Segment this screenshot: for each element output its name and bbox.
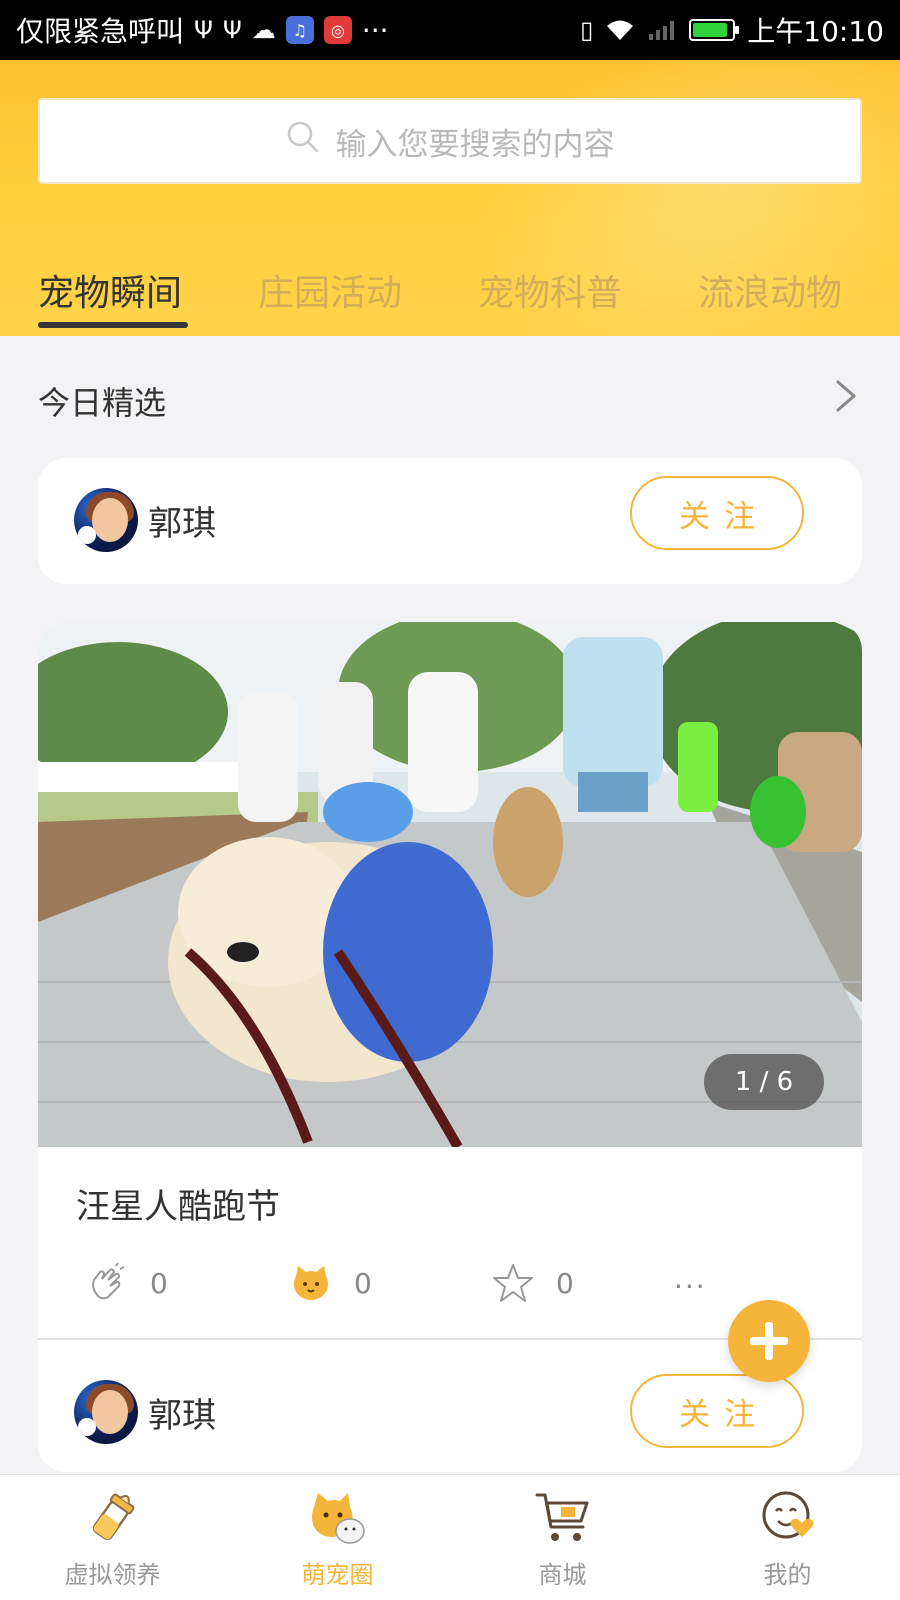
favorite-action[interactable]: 0 bbox=[492, 1262, 574, 1304]
avatar[interactable] bbox=[74, 1380, 138, 1444]
clock: 上午10:10 bbox=[747, 15, 884, 48]
bottom-navigation: 虚拟领养 萌宠圈 商城 我的 bbox=[0, 1474, 900, 1600]
tab-farm-activities[interactable]: 庄园活动 bbox=[258, 264, 402, 316]
search-icon bbox=[286, 120, 320, 162]
nav-shop[interactable]: 商城 bbox=[450, 1475, 675, 1600]
shopping-cart-icon bbox=[535, 1493, 588, 1541]
chevron-right-icon[interactable] bbox=[830, 376, 860, 416]
status-left: 仅限紧急呼叫 Ψ Ψ ☁ ♫ ◎ ··· bbox=[16, 10, 389, 50]
comment-action[interactable]: 0 bbox=[290, 1262, 372, 1304]
header: 输入您要搜索的内容 宠物瞬间 庄园活动 宠物科普 流浪动物 bbox=[0, 60, 900, 336]
like-count: 0 bbox=[150, 1266, 168, 1300]
post-author-card: 郭琪 关注 bbox=[38, 458, 862, 584]
nav-label: 商城 bbox=[538, 1561, 587, 1589]
avatar[interactable] bbox=[74, 488, 138, 552]
pets-icon bbox=[311, 1493, 365, 1544]
author-name[interactable]: 郭琪 bbox=[148, 1388, 216, 1437]
search-input[interactable]: 输入您要搜索的内容 bbox=[38, 98, 862, 184]
section-title: 今日精选 bbox=[38, 384, 167, 422]
like-action[interactable]: 0 bbox=[86, 1262, 168, 1304]
status-right: ▯ 上午10:10 bbox=[580, 10, 884, 50]
battery-icon bbox=[689, 19, 740, 41]
overflow-dots: ··· bbox=[361, 13, 389, 47]
netease-music-icon: ◎ bbox=[323, 16, 352, 44]
music-app-icon: ♫ bbox=[285, 16, 314, 44]
add-post-button[interactable] bbox=[728, 1300, 810, 1382]
signal-icon bbox=[647, 18, 677, 42]
post-title[interactable]: 汪星人酷跑节 bbox=[76, 1179, 280, 1228]
tab-stray-animals[interactable]: 流浪动物 bbox=[698, 264, 842, 316]
tab-pet-science[interactable]: 宠物科普 bbox=[478, 264, 622, 316]
clap-icon bbox=[92, 1262, 125, 1300]
image-counter: 1 / 6 bbox=[704, 1054, 824, 1110]
status-bar: 仅限紧急呼叫 Ψ Ψ ☁ ♫ ◎ ··· ▯ 上午10:10 bbox=[0, 0, 900, 60]
follow-button[interactable]: 关注 bbox=[630, 1374, 804, 1448]
active-tab-indicator bbox=[38, 322, 188, 328]
wifi-icon bbox=[605, 18, 635, 42]
tab-pet-moments[interactable]: 宠物瞬间 bbox=[38, 264, 182, 316]
more-options-icon[interactable]: ··· bbox=[674, 1270, 707, 1303]
search-placeholder: 输入您要搜索的内容 bbox=[335, 126, 615, 163]
vibrate-icon: ▯ bbox=[580, 16, 594, 44]
smiley-heart-icon bbox=[762, 1491, 814, 1539]
post-photo[interactable]: 1 / 6 bbox=[38, 622, 862, 1147]
nav-label: 我的 bbox=[763, 1561, 812, 1589]
cat-face-icon bbox=[294, 1266, 328, 1300]
milk-bottle-icon bbox=[92, 1493, 135, 1541]
nav-mine[interactable]: 我的 bbox=[675, 1475, 900, 1600]
usb-icon-2: Ψ bbox=[222, 16, 242, 44]
cloud-icon: ☁ bbox=[251, 16, 276, 44]
comment-count: 0 bbox=[354, 1266, 372, 1300]
star-icon bbox=[493, 1264, 533, 1302]
carrier-text: 仅限紧急呼叫 bbox=[16, 15, 185, 48]
nav-label: 虚拟领养 bbox=[64, 1561, 161, 1589]
follow-button[interactable]: 关注 bbox=[630, 476, 804, 550]
favorite-count: 0 bbox=[556, 1266, 574, 1300]
nav-pet-circle[interactable]: 萌宠圈 bbox=[225, 1475, 450, 1600]
usb-icon: Ψ bbox=[194, 16, 213, 44]
author-name[interactable]: 郭琪 bbox=[148, 496, 216, 545]
nav-virtual-adoption[interactable]: 虚拟领养 bbox=[0, 1475, 225, 1600]
plus-icon bbox=[750, 1322, 788, 1360]
nav-label: 萌宠圈 bbox=[301, 1561, 374, 1589]
